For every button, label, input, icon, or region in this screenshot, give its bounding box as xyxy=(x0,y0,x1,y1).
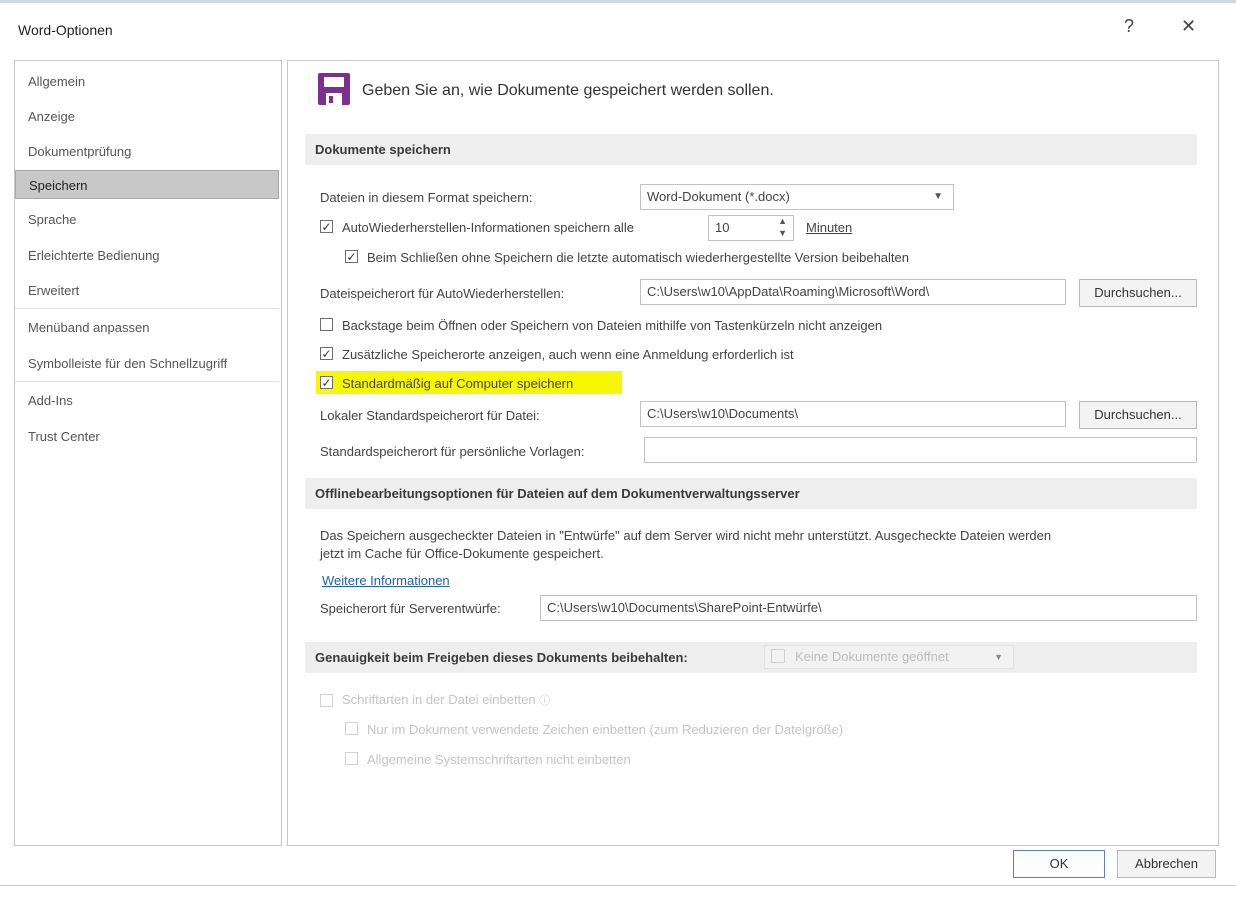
additional-locations-checkbox[interactable]: ✓ xyxy=(320,347,333,360)
sidebar-item-sprache[interactable]: Sprache xyxy=(15,205,279,234)
fidelity-document-value: Keine Dokumente geöffnet xyxy=(795,649,949,664)
page-header-text: Geben Sie an, wie Dokumente gespeichert … xyxy=(362,82,774,99)
server-drafts-input[interactable]: C:\Users\w10\Documents\SharePoint-Entwür… xyxy=(540,595,1197,621)
chevron-down-icon: ▼ xyxy=(994,652,1003,662)
spin-up-icon[interactable]: ▲ xyxy=(778,216,787,227)
window-bottom-border xyxy=(0,885,1236,886)
section-header-fidelity: Genauigkeit beim Freigeben dieses Dokume… xyxy=(305,642,1197,673)
default-computer-label: Standardmäßig auf Computer speichern xyxy=(342,376,574,391)
sidebar-item-erweitert[interactable]: Erweitert xyxy=(15,276,279,305)
sidebar-item-schnellzugriff[interactable]: Symbolleiste für den Schnellzugriff xyxy=(15,349,279,378)
ok-button[interactable]: OK xyxy=(1013,850,1105,878)
chevron-down-icon: ▼ xyxy=(933,191,943,202)
no-common-fonts-label: Allgemeine Systemschriftarten nicht einb… xyxy=(367,752,631,767)
sidebar-divider xyxy=(15,308,279,309)
fidelity-title: Genauigkeit beim Freigeben dieses Dokume… xyxy=(315,650,688,665)
sidebar-item-erleichterte-bedienung[interactable]: Erleichterte Bedienung xyxy=(15,241,279,270)
backstage-checkbox[interactable] xyxy=(320,318,333,331)
sidebar-item-anzeige[interactable]: Anzeige xyxy=(15,102,279,131)
format-label: Dateien in diesem Format speichern: xyxy=(320,190,533,205)
keep-last-version-label: Beim Schließen ohne Speichern die letzte… xyxy=(367,250,909,265)
autorecover-location-input[interactable]: C:\Users\w10\AppData\Roaming\Microsoft\W… xyxy=(640,279,1066,305)
additional-locations-label: Zusätzliche Speicherorte anzeigen, auch … xyxy=(342,347,794,362)
server-drafts-label: Speicherort für Serverentwürfe: xyxy=(320,601,501,616)
format-select-value: Word-Dokument (*.docx) xyxy=(647,189,790,204)
options-sidebar: Allgemein Anzeige Dokumentprüfung Speich… xyxy=(14,60,282,846)
browse-local-default-button[interactable]: Durchsuchen... xyxy=(1079,401,1197,429)
local-default-input[interactable]: C:\Users\w10\Documents\ xyxy=(640,401,1066,427)
document-icon xyxy=(771,649,785,663)
autorecover-minutes-spinner[interactable]: 10 ▲ ▼ xyxy=(708,215,794,241)
autorecover-checkbox[interactable]: ✓ xyxy=(320,220,333,233)
autorecover-minutes-value: 10 xyxy=(715,220,730,235)
embed-fonts-label-text: Schriftarten in der Datei einbetten xyxy=(342,692,536,707)
browse-autorecover-button[interactable]: Durchsuchen... xyxy=(1079,279,1197,307)
local-default-label: Lokaler Standardspeicherort für Datei: xyxy=(320,408,540,423)
window-title: Word-Optionen xyxy=(18,22,113,38)
offline-description-line2: jetzt im Cache für Office-Dokumente gesp… xyxy=(320,546,604,561)
embed-only-used-checkbox xyxy=(345,722,358,735)
embed-fonts-checkbox xyxy=(320,694,333,707)
save-icon xyxy=(318,73,350,105)
sidebar-item-speichern[interactable]: Speichern xyxy=(15,170,279,199)
help-button[interactable]: ? xyxy=(1124,16,1134,37)
section-header-dokumente-speichern: Dokumente speichern xyxy=(305,134,1197,165)
sidebar-item-add-ins[interactable]: Add-Ins xyxy=(15,386,279,415)
autorecover-label: AutoWiederherstellen-Informationen speic… xyxy=(342,220,634,235)
templates-location-input[interactable] xyxy=(644,437,1197,463)
section-header-offline: Offlinebearbeitungsoptionen für Dateien … xyxy=(305,478,1197,509)
format-select[interactable]: Word-Dokument (*.docx) ▼ xyxy=(640,184,954,210)
keep-last-version-checkbox[interactable]: ✓ xyxy=(345,250,358,263)
cancel-button[interactable]: Abbrechen xyxy=(1117,850,1216,878)
sidebar-item-menueband[interactable]: Menüband anpassen xyxy=(15,313,279,342)
sidebar-divider xyxy=(15,381,279,382)
autorecover-location-label: Dateispeicherort für AutoWiederherstelle… xyxy=(320,286,565,301)
spin-down-icon[interactable]: ▼ xyxy=(778,227,787,239)
sidebar-item-dokumentpruefung[interactable]: Dokumentprüfung xyxy=(15,137,279,166)
minutes-label: Minuten xyxy=(806,220,853,235)
fidelity-document-select: Keine Dokumente geöffnet ▼ xyxy=(764,645,1014,669)
window-top-border xyxy=(0,0,1236,3)
embed-only-used-label: Nur im Dokument verwendete Zeichen einbe… xyxy=(367,722,844,737)
info-icon: ⓘ xyxy=(539,695,551,707)
default-computer-checkbox[interactable]: ✓ xyxy=(320,376,333,389)
sidebar-item-trust-center[interactable]: Trust Center xyxy=(15,422,279,451)
no-common-fonts-checkbox xyxy=(345,752,358,765)
close-button[interactable]: ✕ xyxy=(1181,16,1196,37)
templates-location-label: Standardspeicherort für persönliche Vorl… xyxy=(320,444,585,459)
more-info-link[interactable]: Weitere Informationen xyxy=(322,573,450,588)
sidebar-item-allgemein[interactable]: Allgemein xyxy=(15,67,279,96)
offline-description-line1: Das Speichern ausgecheckter Dateien in "… xyxy=(320,528,1052,543)
backstage-label: Backstage beim Öffnen oder Speichern von… xyxy=(342,318,883,333)
embed-fonts-label: Schriftarten in der Datei einbetten ⓘ xyxy=(342,692,550,708)
